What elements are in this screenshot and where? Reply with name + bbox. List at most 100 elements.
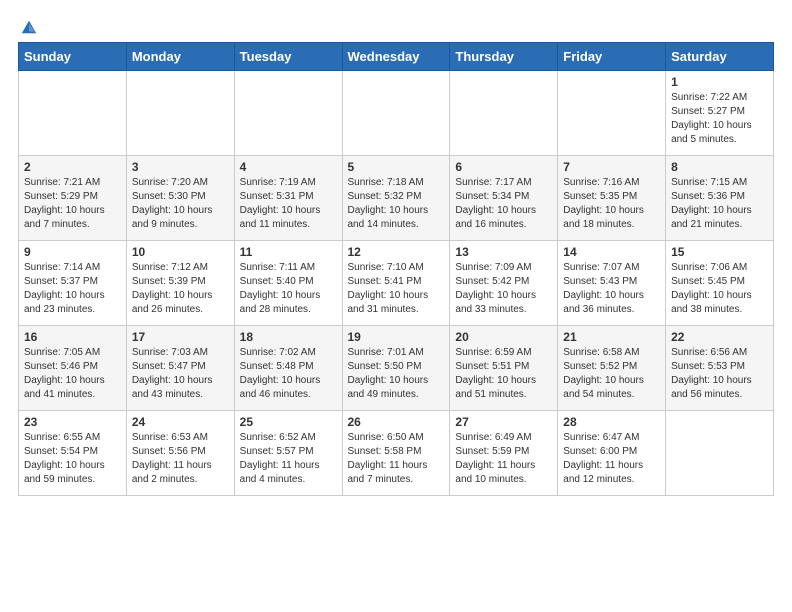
page: SundayMondayTuesdayWednesdayThursdayFrid… bbox=[0, 0, 792, 508]
calendar-cell: 22 Sunrise: 6:56 AM Sunset: 5:53 PM Dayli… bbox=[666, 326, 774, 411]
calendar-cell: 3 Sunrise: 7:20 AM Sunset: 5:30 PM Daylig… bbox=[126, 156, 234, 241]
logo-icon bbox=[20, 18, 38, 36]
day-number: 17 bbox=[132, 330, 229, 344]
day-number: 13 bbox=[455, 245, 552, 259]
day-number: 1 bbox=[671, 75, 768, 89]
day-info: Sunrise: 7:17 AM Sunset: 5:34 PM Dayligh… bbox=[455, 176, 552, 232]
day-info: Sunrise: 7:18 AM Sunset: 5:32 PM Dayligh… bbox=[348, 176, 445, 232]
calendar-cell: 9 Sunrise: 7:14 AM Sunset: 5:37 PM Daylig… bbox=[19, 241, 127, 326]
calendar-cell: 7 Sunrise: 7:16 AM Sunset: 5:35 PM Daylig… bbox=[558, 156, 666, 241]
calendar-cell: 21Sunrise: 6:58 AM Sunset: 5:52 PM Dayli… bbox=[558, 326, 666, 411]
day-info: Sunrise: 7:15 AM Sunset: 5:36 PM Dayligh… bbox=[671, 176, 768, 232]
calendar-week-1: 2Sunrise: 7:21 AM Sunset: 5:29 PM Daylig… bbox=[19, 156, 774, 241]
day-info: Sunrise: 6:59 AM Sunset: 5:51 PM Dayligh… bbox=[455, 346, 552, 402]
day-info: Sunrise: 7:10 AM Sunset: 5:41 PM Dayligh… bbox=[348, 261, 445, 317]
day-info: Sunrise: 7:12 AM Sunset: 5:39 PM Dayligh… bbox=[132, 261, 229, 317]
day-number: 7 bbox=[563, 160, 660, 174]
calendar-header-friday: Friday bbox=[558, 43, 666, 71]
day-number: 27 bbox=[455, 415, 552, 429]
calendar-cell: 4 Sunrise: 7:19 AM Sunset: 5:31 PM Daylig… bbox=[234, 156, 342, 241]
day-number: 20 bbox=[455, 330, 552, 344]
day-number: 23 bbox=[24, 415, 121, 429]
day-info: Sunrise: 7:11 AM Sunset: 5:40 PM Dayligh… bbox=[240, 261, 337, 317]
calendar-cell: 2Sunrise: 7:21 AM Sunset: 5:29 PM Daylig… bbox=[19, 156, 127, 241]
calendar-cell: 11 Sunrise: 7:11 AM Sunset: 5:40 PM Dayli… bbox=[234, 241, 342, 326]
day-number: 3 bbox=[132, 160, 229, 174]
calendar-cell bbox=[342, 71, 450, 156]
calendar-table: SundayMondayTuesdayWednesdayThursdayFrid… bbox=[18, 42, 774, 496]
calendar-cell bbox=[234, 71, 342, 156]
day-number: 18 bbox=[240, 330, 337, 344]
day-info: Sunrise: 6:55 AM Sunset: 5:54 PM Dayligh… bbox=[24, 431, 121, 487]
calendar-cell: 27 Sunrise: 6:49 AM Sunset: 5:59 PM Dayli… bbox=[450, 411, 558, 496]
day-info: Sunrise: 7:14 AM Sunset: 5:37 PM Dayligh… bbox=[24, 261, 121, 317]
day-number: 16 bbox=[24, 330, 121, 344]
calendar-cell: 17Sunrise: 7:03 AM Sunset: 5:47 PM Dayli… bbox=[126, 326, 234, 411]
day-number: 26 bbox=[348, 415, 445, 429]
day-number: 12 bbox=[348, 245, 445, 259]
day-info: Sunrise: 7:02 AM Sunset: 5:48 PM Dayligh… bbox=[240, 346, 337, 402]
day-number: 24 bbox=[132, 415, 229, 429]
calendar-header-thursday: Thursday bbox=[450, 43, 558, 71]
day-info: Sunrise: 6:53 AM Sunset: 5:56 PM Dayligh… bbox=[132, 431, 229, 487]
calendar-cell: 12 Sunrise: 7:10 AM Sunset: 5:41 PM Dayli… bbox=[342, 241, 450, 326]
calendar-cell: 15 Sunrise: 7:06 AM Sunset: 5:45 PM Dayli… bbox=[666, 241, 774, 326]
day-info: Sunrise: 7:09 AM Sunset: 5:42 PM Dayligh… bbox=[455, 261, 552, 317]
day-info: Sunrise: 6:49 AM Sunset: 5:59 PM Dayligh… bbox=[455, 431, 552, 487]
day-info: Sunrise: 6:52 AM Sunset: 5:57 PM Dayligh… bbox=[240, 431, 337, 487]
day-number: 9 bbox=[24, 245, 121, 259]
calendar-header-saturday: Saturday bbox=[666, 43, 774, 71]
calendar-cell: 20 Sunrise: 6:59 AM Sunset: 5:51 PM Dayli… bbox=[450, 326, 558, 411]
day-info: Sunrise: 7:01 AM Sunset: 5:50 PM Dayligh… bbox=[348, 346, 445, 402]
calendar-cell bbox=[126, 71, 234, 156]
header bbox=[18, 18, 774, 32]
calendar-cell: 10 Sunrise: 7:12 AM Sunset: 5:39 PM Dayli… bbox=[126, 241, 234, 326]
calendar-week-3: 16 Sunrise: 7:05 AM Sunset: 5:46 PM Dayli… bbox=[19, 326, 774, 411]
calendar-week-2: 9 Sunrise: 7:14 AM Sunset: 5:37 PM Daylig… bbox=[19, 241, 774, 326]
day-number: 25 bbox=[240, 415, 337, 429]
calendar-cell: 23 Sunrise: 6:55 AM Sunset: 5:54 PM Dayli… bbox=[19, 411, 127, 496]
calendar-week-0: 1 Sunrise: 7:22 AM Sunset: 5:27 PM Daylig… bbox=[19, 71, 774, 156]
calendar-cell: 6Sunrise: 7:17 AM Sunset: 5:34 PM Daylig… bbox=[450, 156, 558, 241]
day-info: Sunrise: 7:20 AM Sunset: 5:30 PM Dayligh… bbox=[132, 176, 229, 232]
calendar-header-wednesday: Wednesday bbox=[342, 43, 450, 71]
calendar-cell: 5 Sunrise: 7:18 AM Sunset: 5:32 PM Daylig… bbox=[342, 156, 450, 241]
calendar-cell: 1 Sunrise: 7:22 AM Sunset: 5:27 PM Daylig… bbox=[666, 71, 774, 156]
day-number: 10 bbox=[132, 245, 229, 259]
calendar-cell bbox=[558, 71, 666, 156]
day-number: 22 bbox=[671, 330, 768, 344]
calendar-header-monday: Monday bbox=[126, 43, 234, 71]
day-info: Sunrise: 7:07 AM Sunset: 5:43 PM Dayligh… bbox=[563, 261, 660, 317]
day-number: 19 bbox=[348, 330, 445, 344]
day-info: Sunrise: 6:50 AM Sunset: 5:58 PM Dayligh… bbox=[348, 431, 445, 487]
day-number: 21 bbox=[563, 330, 660, 344]
calendar-cell bbox=[19, 71, 127, 156]
calendar-cell bbox=[666, 411, 774, 496]
day-info: Sunrise: 7:19 AM Sunset: 5:31 PM Dayligh… bbox=[240, 176, 337, 232]
day-info: Sunrise: 6:47 AM Sunset: 6:00 PM Dayligh… bbox=[563, 431, 660, 487]
day-number: 4 bbox=[240, 160, 337, 174]
calendar-header-sunday: Sunday bbox=[19, 43, 127, 71]
day-info: Sunrise: 7:22 AM Sunset: 5:27 PM Dayligh… bbox=[671, 91, 768, 147]
day-number: 28 bbox=[563, 415, 660, 429]
day-info: Sunrise: 7:06 AM Sunset: 5:45 PM Dayligh… bbox=[671, 261, 768, 317]
calendar-cell: 18 Sunrise: 7:02 AM Sunset: 5:48 PM Dayli… bbox=[234, 326, 342, 411]
day-number: 11 bbox=[240, 245, 337, 259]
day-number: 2 bbox=[24, 160, 121, 174]
calendar-cell: 26 Sunrise: 6:50 AM Sunset: 5:58 PM Dayli… bbox=[342, 411, 450, 496]
day-number: 14 bbox=[563, 245, 660, 259]
calendar-header-row: SundayMondayTuesdayWednesdayThursdayFrid… bbox=[19, 43, 774, 71]
calendar-cell: 13 Sunrise: 7:09 AM Sunset: 5:42 PM Dayli… bbox=[450, 241, 558, 326]
calendar-cell: 8 Sunrise: 7:15 AM Sunset: 5:36 PM Daylig… bbox=[666, 156, 774, 241]
calendar-header-tuesday: Tuesday bbox=[234, 43, 342, 71]
calendar-cell: 14 Sunrise: 7:07 AM Sunset: 5:43 PM Dayli… bbox=[558, 241, 666, 326]
day-info: Sunrise: 7:05 AM Sunset: 5:46 PM Dayligh… bbox=[24, 346, 121, 402]
day-number: 15 bbox=[671, 245, 768, 259]
logo bbox=[18, 18, 38, 32]
calendar-cell: 16 Sunrise: 7:05 AM Sunset: 5:46 PM Dayli… bbox=[19, 326, 127, 411]
day-info: Sunrise: 6:56 AM Sunset: 5:53 PM Dayligh… bbox=[671, 346, 768, 402]
day-number: 5 bbox=[348, 160, 445, 174]
day-info: Sunrise: 7:16 AM Sunset: 5:35 PM Dayligh… bbox=[563, 176, 660, 232]
day-number: 8 bbox=[671, 160, 768, 174]
calendar-cell bbox=[450, 71, 558, 156]
